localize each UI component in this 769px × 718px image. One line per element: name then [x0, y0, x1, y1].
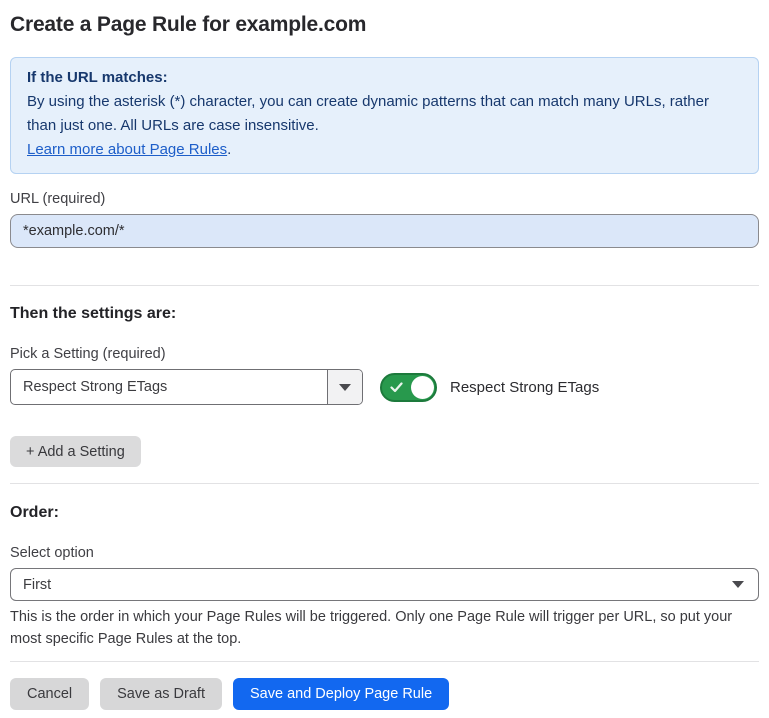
- setting-select-arrow-button[interactable]: [327, 370, 362, 404]
- order-select-value: First: [23, 577, 51, 593]
- toggle-label: Respect Strong ETags: [450, 379, 599, 396]
- setting-select-value: Respect Strong ETags: [11, 370, 327, 404]
- add-setting-button[interactable]: + Add a Setting: [10, 436, 141, 467]
- check-icon: [390, 382, 403, 393]
- order-select-label: Select option: [10, 545, 759, 561]
- settings-heading: Then the settings are:: [10, 305, 759, 323]
- section-divider: [10, 285, 759, 286]
- info-box-body: By using the asterisk (*) character, you…: [27, 90, 742, 138]
- url-field-label: URL (required): [10, 191, 759, 207]
- toggle-knob: [411, 376, 434, 399]
- cancel-button[interactable]: Cancel: [10, 678, 89, 710]
- chevron-down-icon: [339, 384, 351, 391]
- order-select[interactable]: First: [10, 568, 759, 601]
- footer-divider: [10, 661, 759, 662]
- page-title: Create a Page Rule for example.com: [10, 12, 759, 37]
- order-help-text: This is the order in which your Page Rul…: [10, 606, 759, 650]
- url-input[interactable]: [10, 214, 759, 248]
- section-divider: [10, 483, 759, 484]
- pick-setting-label: Pick a Setting (required): [10, 346, 759, 362]
- setting-row: Respect Strong ETags Respect Strong ETag…: [10, 369, 759, 405]
- learn-more-link[interactable]: Learn more about Page Rules: [27, 141, 227, 158]
- order-heading: Order:: [10, 504, 759, 522]
- link-period: .: [227, 141, 231, 158]
- respect-strong-etags-toggle[interactable]: [380, 373, 437, 402]
- url-match-info-box: If the URL matches: By using the asteris…: [10, 57, 759, 174]
- create-page-rule-panel: Create a Page Rule for example.com If th…: [0, 0, 769, 710]
- chevron-down-icon: [732, 581, 744, 588]
- save-as-draft-button[interactable]: Save as Draft: [100, 678, 222, 710]
- footer-actions: Cancel Save as Draft Save and Deploy Pag…: [10, 678, 759, 710]
- info-box-link-line: Learn more about Page Rules.: [27, 138, 742, 162]
- setting-select[interactable]: Respect Strong ETags: [10, 369, 363, 405]
- save-and-deploy-button[interactable]: Save and Deploy Page Rule: [233, 678, 449, 710]
- info-box-heading: If the URL matches:: [27, 66, 742, 90]
